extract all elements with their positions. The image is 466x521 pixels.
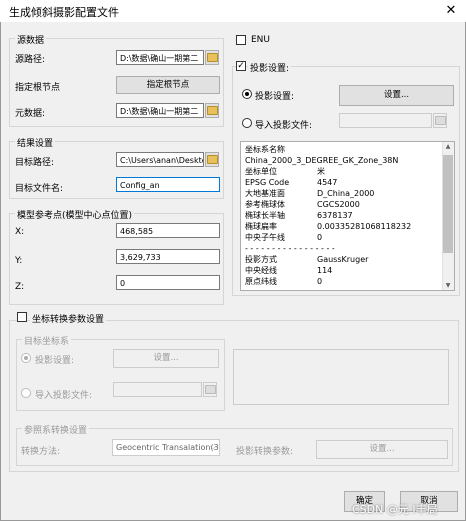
import-projection-input[interactable] (339, 113, 432, 128)
target-import-browse-button[interactable] (203, 382, 217, 397)
info-value: GaussKruger (317, 255, 369, 264)
info-key: 坐标系名称 (245, 145, 285, 154)
folder-icon (206, 155, 218, 164)
x-input[interactable]: 468,585 (116, 223, 220, 238)
watermark: CSDN @元 Ⅰ丰局 (352, 503, 438, 516)
projection-checkbox[interactable]: ✓ (236, 61, 246, 71)
target-proj-button[interactable]: 设置... (113, 349, 219, 368)
target-path-browse-button[interactable] (205, 152, 219, 167)
info-key: - - - - - - - - - - - - - - - - - (245, 244, 335, 253)
projection-info-panel[interactable]: 坐标系名称 China_2000_3_DEGREE_GK_Zone_38N 坐标单位… (240, 141, 455, 291)
ref-transform-label: 参照系转换设置 (22, 423, 90, 436)
info-key: 坐标单位 (245, 167, 277, 176)
info-key: 投影方式 (245, 255, 277, 264)
info-value: CGCS2000 (317, 200, 360, 209)
target-proj-radio[interactable] (21, 353, 31, 363)
x-label: X: (15, 227, 25, 237)
target-filename-label: 目标文件名: (15, 184, 64, 194)
target-path-input[interactable]: C:\Users\anan\Desktop (116, 152, 204, 167)
source-group-label: 源数据 (15, 33, 47, 46)
target-info-panel[interactable] (233, 349, 449, 405)
source-path-browse-button[interactable] (205, 50, 219, 65)
info-key: EPSG Code (245, 178, 290, 187)
target-import-radio-label: 导入投影文件: (35, 391, 93, 401)
result-group-label: 结果设置 (15, 136, 56, 149)
info-key: 椭球扁率 (245, 222, 277, 231)
info-value: 4547 (317, 178, 338, 187)
scroll-thumb[interactable] (443, 155, 453, 253)
target-path-label: 目标路径: (15, 158, 55, 168)
source-path-label: 源路径: (15, 55, 46, 65)
scroll-down-icon[interactable]: ▼ (442, 282, 454, 289)
target-crs-label: 目标坐标系 (22, 334, 72, 347)
projection-settings-button[interactable]: 设置... (339, 85, 454, 106)
target-proj-radio-label: 投影设置: (35, 356, 75, 366)
method-label: 转换方法: (21, 447, 61, 457)
z-label: Z: (15, 282, 25, 292)
metadata-label: 元数据: (15, 109, 46, 119)
import-projection-radio[interactable] (242, 118, 252, 128)
metadata-input[interactable]: D:\数据\确山一期第二 (116, 103, 204, 118)
info-value: D_China_2000 (317, 189, 375, 198)
y-input[interactable]: 3,629,733 (116, 249, 220, 264)
window-title: 生成倾斜摄影配置文件 (9, 6, 119, 19)
info-key: China_2000_3_DEGREE_GK_Zone_38N (245, 156, 399, 165)
model-ref-group-label: 模型参考点(模型中心点位置) (15, 208, 135, 221)
metadata-browse-button[interactable] (205, 103, 219, 118)
enu-checkbox[interactable] (236, 35, 246, 45)
info-key: 参考椭球体 (245, 200, 285, 209)
transform-checkbox[interactable] (17, 312, 27, 322)
scroll-up-icon[interactable]: ▲ (442, 143, 454, 150)
import-projection-radio-label: 导入投影文件: (255, 121, 313, 131)
info-key: 原点纬线 (245, 277, 277, 286)
target-import-input[interactable] (113, 382, 202, 397)
y-label: Y: (15, 256, 23, 266)
method-select[interactable]: Geocentric Transalation(3- (112, 439, 220, 456)
import-projection-browse-button[interactable] (433, 113, 447, 128)
info-value: 0.00335281068118232 (317, 222, 412, 231)
source-path-input[interactable]: D:\数据\确山一期第二 (116, 50, 204, 65)
params-label: 投影转换参数: (236, 447, 294, 457)
info-key: 中央子午线 (245, 233, 285, 242)
chevron-down-icon[interactable]: ⌵ (210, 442, 216, 452)
target-import-radio[interactable] (21, 388, 31, 398)
info-key: 椭球长半轴 (245, 211, 285, 220)
root-node-label: 指定根节点 (15, 83, 61, 93)
info-key: 中央经线 (245, 266, 277, 275)
folder-icon (206, 106, 218, 115)
transform-checkbox-label: 坐标转换参数设置 (30, 312, 107, 325)
info-value: 6378137 (317, 211, 353, 220)
close-icon[interactable]: ✕ (441, 2, 461, 20)
enu-label: ENU (251, 35, 271, 45)
folder-icon (206, 53, 218, 62)
z-input[interactable]: 0 (116, 275, 220, 290)
folder-icon (204, 385, 216, 394)
params-button[interactable]: 设置... (316, 440, 448, 459)
info-value: 0 (317, 233, 323, 242)
info-key: 大地基准面 (245, 189, 285, 198)
projection-settings-radio[interactable] (242, 89, 252, 99)
info-value: 114 (317, 266, 333, 275)
root-node-button[interactable]: 指定根节点 (116, 76, 220, 94)
projection-settings-radio-label: 投影设置: (255, 92, 295, 102)
projection-group-label: 投影设置: (248, 61, 292, 74)
info-value: 0 (317, 277, 323, 286)
info-value: 米 (317, 167, 325, 176)
target-filename-input[interactable]: Config_an (116, 177, 220, 192)
folder-icon (434, 116, 446, 125)
